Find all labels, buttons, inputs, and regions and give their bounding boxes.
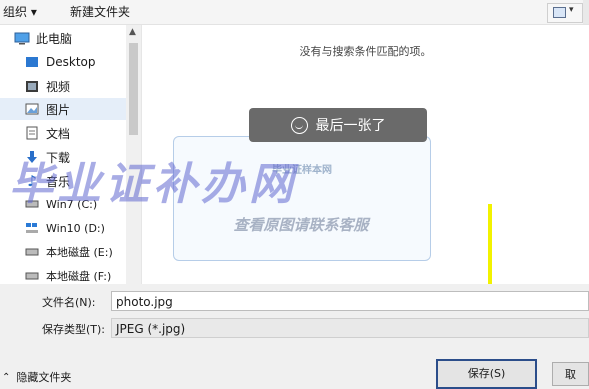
hide-folders-label: 隐藏文件夹 bbox=[16, 371, 72, 384]
watermark-big-text: 毕业证补办网 bbox=[9, 159, 297, 210]
nav-item-drive-d[interactable]: Win10 (D:) bbox=[24, 217, 141, 239]
cancel-button[interactable]: 取 bbox=[552, 362, 589, 386]
nav-item-label: 图片 bbox=[46, 102, 71, 117]
hide-folders-toggle[interactable]: ⌃ 隐藏文件夹 bbox=[2, 369, 71, 385]
empty-message: 没有与搜索条件匹配的项。 bbox=[299, 45, 432, 58]
pictures-folder-icon bbox=[24, 102, 40, 116]
organize-menu[interactable]: 组织 ▾ bbox=[3, 4, 37, 20]
scrollbar-thumb[interactable] bbox=[129, 43, 138, 135]
drive-icon bbox=[24, 269, 40, 283]
chevron-up-icon: ⌃ bbox=[2, 371, 11, 383]
scroll-up-icon[interactable]: ▲ bbox=[129, 27, 136, 37]
help-button[interactable] bbox=[583, 0, 589, 24]
video-folder-icon bbox=[24, 79, 40, 93]
nav-item-this-pc[interactable]: 此电脑 bbox=[14, 27, 140, 49]
view-icon bbox=[553, 7, 566, 18]
drive-icon bbox=[24, 245, 40, 259]
save-form: 文件名(N): photo.jpg 保存类型(T): JPEG (*.jpg) … bbox=[0, 284, 589, 389]
chevron-down-icon: ▾ bbox=[569, 5, 574, 15]
view-options-button[interactable]: ▾ bbox=[547, 3, 583, 23]
nav-item-label: 文档 bbox=[46, 126, 71, 141]
nav-item-drive-e[interactable]: 本地磁盘 (E:) bbox=[24, 241, 141, 263]
nav-item-drive-f[interactable]: 本地磁盘 (F:) bbox=[24, 265, 141, 284]
computer-icon bbox=[14, 31, 30, 45]
filetype-select[interactable]: JPEG (*.jpg) bbox=[111, 318, 589, 338]
nav-item-documents[interactable]: 文档 bbox=[24, 122, 141, 144]
filetype-label: 保存类型(T): bbox=[42, 323, 106, 336]
nav-item-videos[interactable]: 视频 bbox=[24, 75, 141, 97]
nav-item-label: Desktop bbox=[46, 55, 96, 69]
nav-item-label: 本地磁盘 (E:) bbox=[46, 246, 113, 259]
nav-item-pictures[interactable]: 图片 bbox=[0, 98, 126, 120]
windows-drive-icon bbox=[24, 221, 40, 235]
save-button[interactable]: 保存(S) bbox=[436, 359, 537, 389]
nav-item-label: 此电脑 bbox=[36, 31, 73, 46]
smile-icon bbox=[290, 116, 308, 134]
nav-item-label: 本地磁盘 (F:) bbox=[46, 270, 112, 283]
nav-item-desktop[interactable]: Desktop bbox=[24, 51, 141, 73]
toast-text: 最后一张了 bbox=[315, 118, 386, 134]
filename-label: 文件名(N): bbox=[42, 296, 96, 309]
documents-folder-icon bbox=[24, 126, 40, 140]
nav-item-label: Win10 (D:) bbox=[46, 221, 105, 235]
filename-input[interactable]: photo.jpg bbox=[111, 291, 589, 311]
watermark-sub-text: 查看原图请联系客服 bbox=[233, 216, 369, 234]
nav-item-label: 视频 bbox=[46, 79, 71, 94]
new-folder-button[interactable]: 新建文件夹 bbox=[70, 4, 130, 20]
toast-notification: 最后一张了 bbox=[249, 108, 427, 142]
desktop-folder-icon bbox=[24, 55, 40, 69]
toolbar: 组织 ▾ 新建文件夹 ▾ bbox=[0, 0, 589, 25]
